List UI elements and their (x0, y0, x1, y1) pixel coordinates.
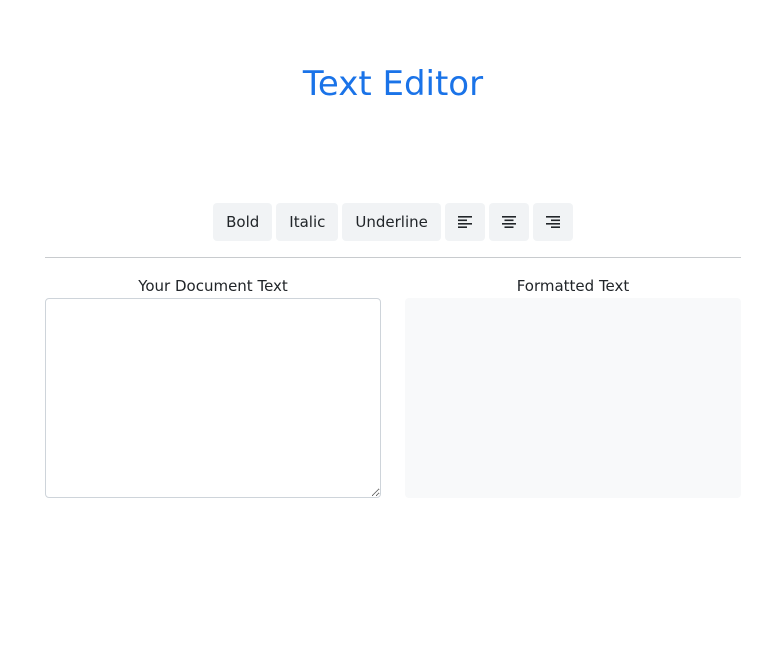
document-text-input[interactable] (45, 298, 381, 498)
preview-label: Formatted Text (516, 277, 630, 295)
page-title: Text Editor (302, 64, 484, 104)
align-center-button[interactable] (488, 203, 529, 241)
align-right-icon (545, 216, 560, 228)
align-left-icon (457, 216, 472, 228)
underline-button[interactable]: Underline (342, 203, 441, 241)
toolbar-divider (45, 257, 741, 258)
italic-button[interactable]: Italic (276, 203, 339, 241)
bold-button[interactable]: Bold (213, 203, 273, 241)
formatting-toolbar: Bold Italic Underline (0, 203, 779, 241)
align-left-button[interactable] (444, 203, 485, 241)
align-center-icon (501, 216, 516, 228)
text-editor-page: Text Editor Bold Italic Underline Your D… (0, 0, 779, 670)
formatted-text-preview (405, 298, 741, 498)
align-right-button[interactable] (532, 203, 573, 241)
editor-label: Your Document Text (138, 277, 288, 295)
